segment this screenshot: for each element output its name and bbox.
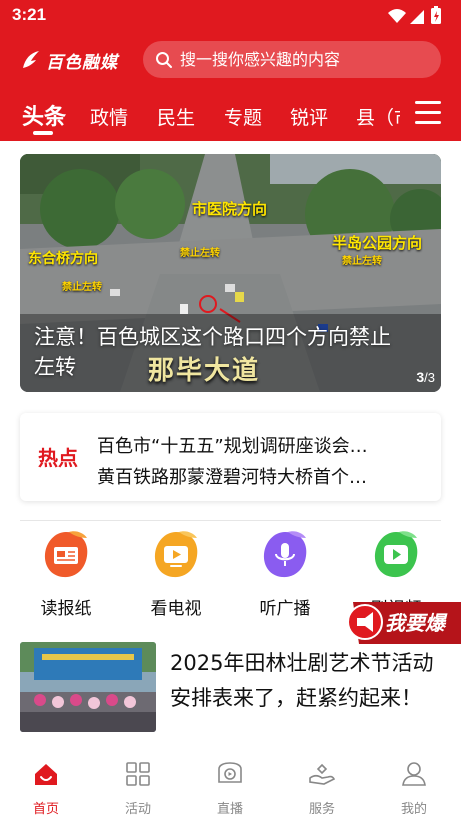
bottom-navigation: 首页 活动 直播 服务 我的 xyxy=(0,752,461,820)
search-input[interactable] xyxy=(180,50,430,69)
grid-icon xyxy=(126,762,150,786)
nav-label: 首页 xyxy=(32,802,59,817)
hamburger-menu-icon[interactable] xyxy=(415,101,443,127)
tab-topics[interactable]: 专题 xyxy=(224,103,262,130)
banner-road-name: 那毕大道 xyxy=(148,356,261,386)
signal-icon xyxy=(410,10,424,24)
channel-tabs: 头条 政情 民生 专题 锐评 县（市 xyxy=(0,95,400,139)
service-label: 看电视 xyxy=(150,599,202,619)
banner-label-park: 半岛公园方向 xyxy=(332,234,423,252)
hot-news-title: 黄百铁路那蒙澄碧河特大桥首个… xyxy=(97,467,367,488)
report-label: 我要爆 xyxy=(385,611,445,635)
banner-label-no-left: 禁止左转 xyxy=(342,256,382,267)
news-thumbnail xyxy=(20,642,156,732)
tv-icon xyxy=(154,531,198,578)
banner-page-current: 3 xyxy=(416,369,425,385)
radio-icon xyxy=(263,531,307,578)
nav-activities[interactable]: 活动 xyxy=(108,760,168,817)
logo-text: 百色融媒 xyxy=(46,52,118,73)
video-icon xyxy=(374,531,418,578)
service-listen-radio[interactable]: 听广播 xyxy=(240,530,330,619)
logo-mark-icon xyxy=(23,51,39,68)
nav-live[interactable]: 直播 xyxy=(200,760,260,817)
status-bar: 3:21 xyxy=(0,0,461,32)
app-page: 3:21 百色融媒 头条 政情 民生 xyxy=(0,0,461,820)
app-logo: 百色融媒 xyxy=(20,46,130,74)
hot-news-panel: 热点 百色市“十五五”规划调研座谈会… 黄百铁路那蒙澄碧河特大桥首个… xyxy=(20,413,441,501)
tab-county[interactable]: 县（市 xyxy=(356,103,400,130)
search-bar[interactable] xyxy=(143,41,441,78)
nav-label: 活动 xyxy=(124,802,151,817)
tab-politics[interactable]: 政情 xyxy=(90,103,128,130)
app-header: 3:21 百色融媒 头条 政情 民生 xyxy=(0,0,461,141)
banner-label-bridge: 东合桥方向 xyxy=(28,251,98,267)
status-icons xyxy=(388,6,441,24)
tab-commentary[interactable]: 锐评 xyxy=(290,103,328,130)
hot-label: 热点 xyxy=(38,446,78,470)
newspaper-icon xyxy=(44,531,88,578)
tab-headline[interactable]: 头条 xyxy=(22,99,66,131)
hot-news-item[interactable]: 百色市“十五五”规划调研座谈会… xyxy=(97,432,427,463)
nav-label: 服务 xyxy=(308,802,335,817)
hot-news-title: 百色市“十五五”规划调研座谈会… xyxy=(97,436,368,457)
news-list-item[interactable]: 2025年田林壮剧艺术节活动安排表来了，赶紧约起来！ xyxy=(20,641,441,733)
nav-label: 直播 xyxy=(216,802,243,817)
service-hand-icon xyxy=(309,763,336,785)
banner-label-no-left: 禁止左转 xyxy=(180,248,220,259)
wifi-icon xyxy=(388,9,406,23)
active-tab-indicator xyxy=(33,131,53,135)
search-icon xyxy=(156,51,172,68)
service-watch-tv[interactable]: 看电视 xyxy=(131,530,221,619)
live-icon xyxy=(218,762,242,783)
service-label: 读报纸 xyxy=(40,599,92,619)
news-title: 2025年田林壮剧艺术节活动安排表来了，赶紧约起来！ xyxy=(170,651,434,710)
nav-home[interactable]: 首页 xyxy=(16,760,76,817)
banner-page-total: /3 xyxy=(424,370,435,385)
nav-label: 我的 xyxy=(400,802,427,817)
nav-services[interactable]: 服务 xyxy=(292,760,352,817)
status-time: 3:21 xyxy=(12,5,47,24)
service-read-newspaper[interactable]: 读报纸 xyxy=(21,530,111,619)
section-divider xyxy=(20,520,441,521)
banner-label-no-left: 禁止左转 xyxy=(62,282,102,293)
nav-profile[interactable]: 我的 xyxy=(384,760,444,817)
banner-label-hospital: 市医院方向 xyxy=(192,200,268,218)
banner-page-indicator: 3/3 xyxy=(416,369,435,385)
tab-livelihood[interactable]: 民生 xyxy=(157,103,195,130)
profile-icon xyxy=(402,762,426,786)
carousel-banner[interactable]: 市医院方向 东合桥方向 半岛公园方向 禁止左转 禁止左转 禁止左转 注意！百色城… xyxy=(20,154,441,392)
home-icon xyxy=(35,764,57,785)
service-label: 听广播 xyxy=(259,599,311,619)
hot-news-item[interactable]: 黄百铁路那蒙澄碧河特大桥首个… xyxy=(97,463,427,494)
